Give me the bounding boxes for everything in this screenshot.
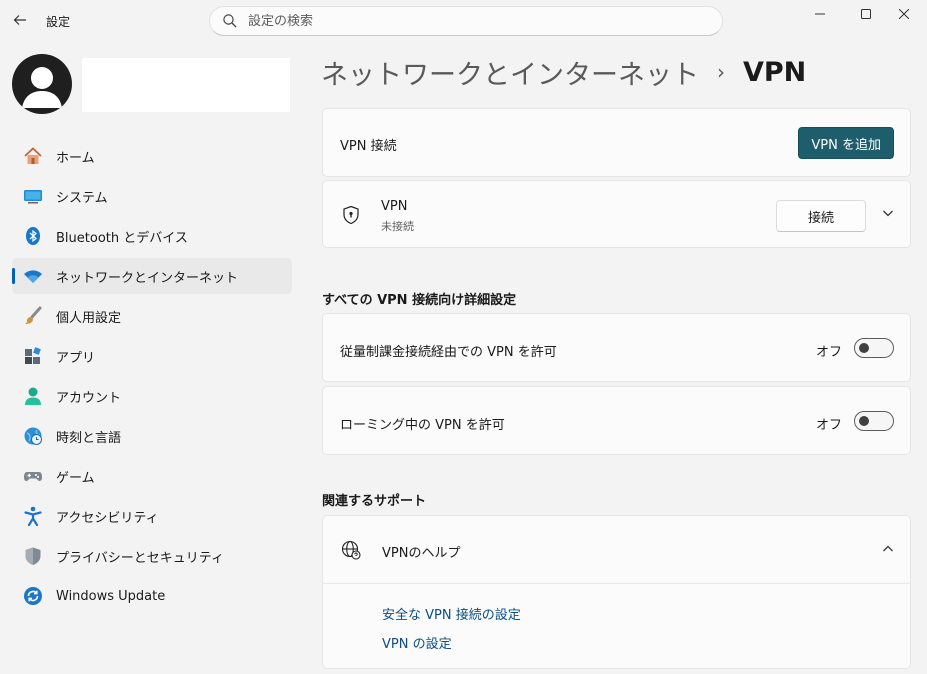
sidebar-item-label: システム bbox=[56, 190, 108, 206]
sidebar-item-privacy-security[interactable]: プライバシーとセキュリティ bbox=[12, 538, 292, 574]
sidebar-item-apps[interactable]: アプリ bbox=[12, 338, 292, 374]
close-button[interactable] bbox=[881, 0, 927, 28]
breadcrumb-separator: › bbox=[717, 60, 725, 84]
breadcrumb-parent-link[interactable]: ネットワークとインターネット bbox=[321, 53, 699, 92]
sidebar-item-label: 個人用設定 bbox=[56, 310, 122, 326]
sidebar-item-label: アカウント bbox=[56, 390, 122, 406]
home-icon bbox=[22, 145, 44, 167]
apps-icon bbox=[22, 345, 44, 367]
vpn-help-label: VPNのヘルプ bbox=[382, 546, 461, 561]
vpn-help-card: VPNのヘルプ 安全な VPN 接続の設定 VPN の設定 bbox=[322, 515, 911, 669]
accessibility-icon bbox=[22, 505, 44, 527]
minimize-button[interactable] bbox=[797, 0, 843, 28]
sidebar-item-bluetooth[interactable]: Bluetooth とデバイス bbox=[12, 218, 292, 254]
roaming-toggle[interactable] bbox=[854, 411, 894, 431]
app-title: 設定 bbox=[46, 15, 71, 29]
vpn-item-card[interactable]: VPN 未接続 接続 bbox=[322, 180, 911, 248]
breadcrumb: ネットワークとインターネット › VPN bbox=[321, 52, 806, 92]
gamepad-icon bbox=[22, 465, 44, 487]
sidebar-item-time-language[interactable]: 時刻と言語 bbox=[12, 418, 292, 454]
sidebar-item-label: Bluetooth とデバイス bbox=[56, 230, 188, 246]
sidebar-item-network[interactable]: ネットワークとインターネット bbox=[12, 258, 292, 294]
roaming-setting-card: ローミング中の VPN を許可 オフ bbox=[322, 386, 911, 455]
chevron-up-icon bbox=[883, 545, 893, 552]
vpn-connections-card: VPN 接続 VPN を追加 bbox=[322, 108, 911, 177]
metered-setting-card: 従量制課金接続経由での VPN を許可 オフ bbox=[322, 313, 911, 382]
sidebar-item-accessibility[interactable]: アクセシビリティ bbox=[12, 498, 292, 534]
shield-icon bbox=[22, 545, 44, 567]
user-silhouette-icon bbox=[22, 67, 62, 108]
sidebar-item-personalization[interactable]: 個人用設定 bbox=[12, 298, 292, 334]
sidebar-item-label: プライバシーとセキュリティ bbox=[56, 550, 224, 566]
globe-help-icon bbox=[341, 540, 361, 560]
advanced-settings-title: すべての VPN 接続向け詳細設定 bbox=[322, 293, 517, 308]
sidebar-item-home[interactable]: ホーム bbox=[12, 138, 292, 174]
add-vpn-button[interactable]: VPN を追加 bbox=[798, 127, 894, 159]
wifi-icon bbox=[22, 265, 44, 287]
metered-setting-label: 従量制課金接続経由での VPN を許可 bbox=[340, 345, 557, 360]
system-icon bbox=[22, 185, 44, 207]
sidebar-item-label: アクセシビリティ bbox=[56, 510, 159, 526]
sidebar-item-label: 時刻と言語 bbox=[56, 430, 122, 446]
sidebar-item-label: ネットワークとインターネット bbox=[56, 270, 239, 286]
profile-name-area bbox=[82, 58, 290, 112]
related-support-title: 関連するサポート bbox=[322, 494, 427, 509]
brush-icon bbox=[22, 305, 44, 327]
search-box[interactable] bbox=[209, 6, 723, 36]
roaming-toggle-state: オフ bbox=[815, 418, 842, 433]
metered-toggle-state: オフ bbox=[815, 345, 842, 360]
avatar[interactable] bbox=[12, 54, 72, 114]
sidebar-item-label: Windows Update bbox=[56, 588, 166, 604]
sidebar-item-label: ホーム bbox=[56, 150, 95, 166]
shield-lock-icon bbox=[343, 205, 359, 225]
title-bar: 設定 bbox=[0, 0, 927, 44]
sidebar-nav: ホーム システム Bluetooth とデバイス ネットワークとインターネット … bbox=[12, 138, 292, 618]
page-title: VPN bbox=[743, 56, 807, 88]
vpn-status: 未接続 bbox=[381, 220, 414, 233]
sidebar-item-label: アプリ bbox=[56, 350, 96, 366]
roaming-setting-label: ローミング中の VPN を許可 bbox=[340, 418, 505, 433]
collapse-button[interactable] bbox=[882, 543, 894, 559]
help-link-secure-vpn[interactable]: 安全な VPN 接続の設定 bbox=[382, 604, 521, 623]
sidebar-item-label: ゲーム bbox=[56, 470, 95, 486]
minimize-icon bbox=[815, 13, 825, 15]
metered-toggle[interactable] bbox=[854, 338, 894, 358]
chevron-down-icon bbox=[883, 210, 893, 217]
arrow-left-icon bbox=[13, 15, 26, 25]
connect-button[interactable]: 接続 bbox=[776, 200, 866, 232]
sidebar-item-system[interactable]: システム bbox=[12, 178, 292, 214]
close-icon bbox=[899, 9, 909, 19]
help-link-vpn-settings[interactable]: VPN の設定 bbox=[382, 633, 452, 652]
maximize-icon bbox=[861, 9, 871, 19]
back-button[interactable] bbox=[8, 8, 32, 32]
vpn-help-header[interactable]: VPNのヘルプ bbox=[323, 516, 910, 584]
expand-button[interactable] bbox=[882, 207, 894, 223]
vpn-name: VPN bbox=[381, 199, 408, 214]
update-icon bbox=[22, 585, 44, 607]
account-icon bbox=[22, 385, 44, 407]
bluetooth-icon bbox=[22, 225, 44, 247]
search-icon bbox=[223, 14, 237, 28]
vpn-connections-label: VPN 接続 bbox=[340, 139, 397, 154]
sidebar-item-accounts[interactable]: アカウント bbox=[12, 378, 292, 414]
sidebar-item-gaming[interactable]: ゲーム bbox=[12, 458, 292, 494]
sidebar-item-windows-update[interactable]: Windows Update bbox=[12, 578, 292, 614]
search-input[interactable] bbox=[248, 13, 688, 29]
clock-globe-icon bbox=[22, 425, 44, 447]
